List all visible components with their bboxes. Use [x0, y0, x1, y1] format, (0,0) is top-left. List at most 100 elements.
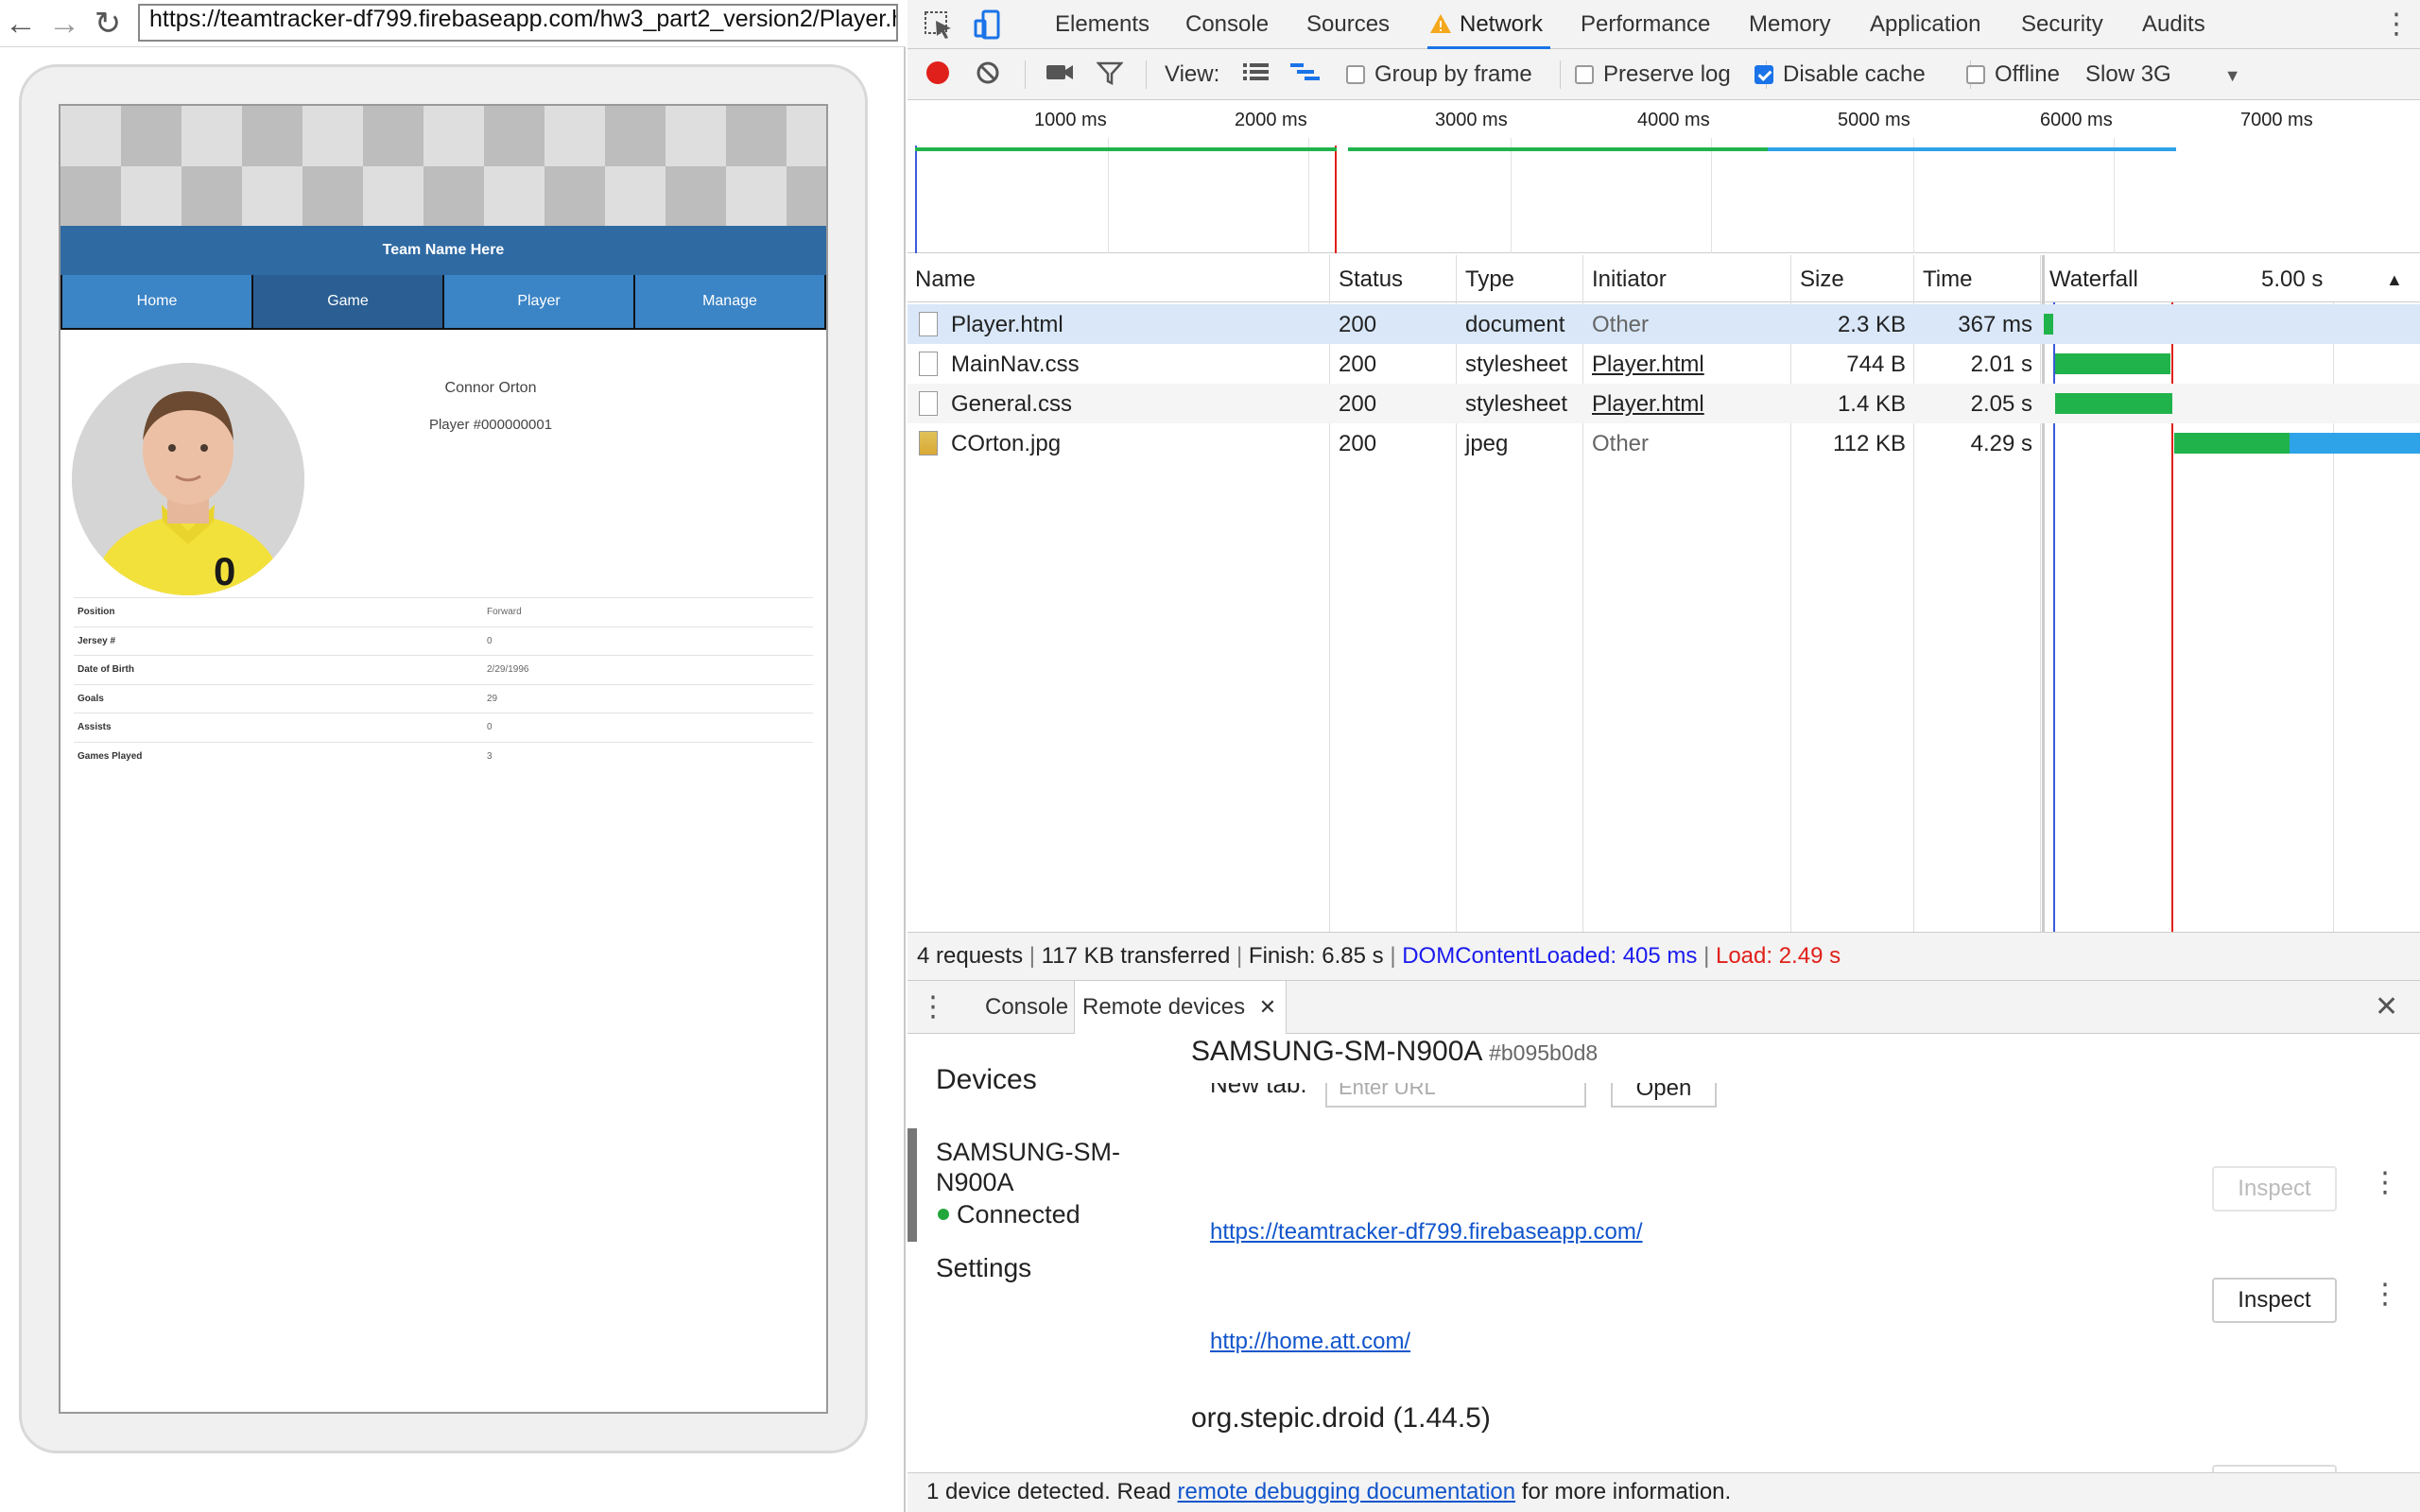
throttling-select[interactable]: Slow 3G ▼ — [2085, 60, 2241, 89]
forward-arrow-icon[interactable]: → — [45, 6, 83, 42]
drawer-tab-console[interactable]: Console — [977, 981, 1076, 1034]
inspect-element-icon[interactable] — [923, 9, 955, 40]
nav-manage-button[interactable]: Manage — [635, 275, 824, 328]
offline-checkbox[interactable]: Offline — [1966, 60, 2060, 89]
nav-home-button[interactable]: Home — [62, 275, 251, 328]
footer-text-end: for more information. — [1515, 1479, 1732, 1504]
request-row[interactable]: General.css 200 stylesheet Player.html 1… — [908, 384, 2420, 423]
overview-tick: 7000 ms — [2240, 110, 2313, 130]
request-time: 2.05 s — [1970, 391, 2032, 417]
new-tab-url-input[interactable]: Enter URL — [1325, 1083, 1586, 1108]
request-initiator: Other — [1592, 312, 1650, 337]
tab-console[interactable]: Console — [1185, 0, 1269, 49]
col-name[interactable]: Name — [915, 266, 976, 293]
request-name: Player.html — [951, 312, 1063, 337]
col-initiator[interactable]: Initiator — [1592, 266, 1667, 293]
drawer-tab-remote-devices[interactable]: Remote devices ✕ — [1074, 981, 1288, 1034]
waterfall-bar — [2055, 393, 2172, 414]
request-initiator-link[interactable]: Player.html — [1592, 352, 1704, 378]
record-icon[interactable] — [926, 60, 949, 89]
waterfall-bar — [2055, 353, 2170, 374]
group-by-frame-label: Group by frame — [1374, 61, 1532, 87]
large-rows-icon[interactable] — [1242, 60, 1270, 89]
screenshot-camera-icon[interactable] — [1046, 60, 1074, 89]
tab-sources[interactable]: Sources — [1306, 0, 1390, 49]
reload-icon[interactable]: ↻ — [89, 6, 127, 42]
nav-player-button[interactable]: Player — [444, 275, 633, 328]
inspect-button[interactable]: Inspect — [2212, 1278, 2337, 1323]
device-screen[interactable]: Team Name Here Home Game Player Manage 0… — [59, 104, 828, 1414]
clear-icon[interactable] — [976, 60, 1000, 89]
filter-icon[interactable] — [1096, 60, 1124, 89]
network-summary-bar: 4 requests | 117 KB transferred | Finish… — [908, 932, 2420, 981]
remote-debugging-docs-link[interactable]: remote debugging documentation — [1178, 1479, 1516, 1504]
tab-application[interactable]: Application — [1870, 0, 1980, 49]
checkbox-icon — [1575, 65, 1594, 84]
col-time[interactable]: Time — [1923, 266, 1972, 293]
checkbox-icon — [1346, 65, 1365, 84]
url-input[interactable]: https://teamtracker-df799.firebaseapp.co… — [138, 4, 898, 42]
overview-tick: 6000 ms — [2040, 110, 2113, 130]
device-id: #b095b0d8 — [1489, 1040, 1599, 1065]
stat-row: Position Forward — [74, 597, 813, 627]
col-type[interactable]: Type — [1465, 266, 1514, 293]
drawer-menu-icon[interactable]: ⋮ — [919, 981, 947, 1034]
checkbox-icon — [1966, 65, 1985, 84]
nav-game-button[interactable]: Game — [253, 275, 442, 328]
drawer-tab-remote-devices-label: Remote devices — [1082, 994, 1246, 1020]
col-waterfall[interactable]: Waterfall — [2049, 266, 2138, 293]
load-marker — [1335, 146, 1337, 253]
devices-heading: Devices — [936, 1064, 1037, 1095]
device-list-name-1[interactable]: SAMSUNG-SM- — [936, 1138, 1120, 1167]
stat-label: Games Played — [78, 750, 143, 762]
more-options-icon[interactable]: ⋮ — [2382, 8, 2411, 41]
request-row[interactable]: COrton.jpg 200 jpeg Other 112 KB 4.29 s — [908, 423, 2420, 463]
inspect-button-partial[interactable] — [2212, 1465, 2337, 1472]
connected-label: Connected — [957, 1200, 1080, 1228]
remote-devices-footer: 1 device detected. Read remote debugging… — [908, 1472, 2420, 1512]
image-file-icon — [919, 431, 938, 455]
page-url-link[interactable]: http://home.att.com/ — [1210, 1329, 1410, 1355]
warning-icon — [1430, 14, 1451, 33]
back-arrow-icon[interactable]: ← — [2, 6, 40, 42]
preserve-log-checkbox[interactable]: Preserve log — [1575, 60, 1731, 89]
open-button[interactable]: Open — [1611, 1083, 1717, 1108]
network-overview-timeline[interactable]: 1000 ms 2000 ms 3000 ms 4000 ms 5000 ms … — [908, 100, 2420, 253]
close-drawer-icon[interactable]: ✕ — [2375, 981, 2398, 1034]
sort-ascending-icon[interactable]: ▲ — [2386, 270, 2403, 290]
group-by-frame-checkbox[interactable]: Group by frame — [1346, 60, 1532, 89]
document-icon — [919, 391, 938, 416]
overview-bar — [1768, 147, 2176, 151]
request-type: stylesheet — [1465, 391, 1568, 417]
settings-link[interactable]: Settings — [936, 1253, 1031, 1283]
col-status[interactable]: Status — [1339, 266, 1403, 293]
tab-security[interactable]: Security — [2021, 0, 2103, 49]
tab-elements[interactable]: Elements — [1055, 0, 1150, 49]
tab-audits[interactable]: Audits — [2142, 0, 2205, 49]
page-menu-icon[interactable]: ⋮ — [2371, 1278, 2399, 1311]
stat-label: Jersey # — [78, 635, 116, 646]
request-initiator-link[interactable]: Player.html — [1592, 391, 1704, 418]
page-menu-icon[interactable]: ⋮ — [2371, 1166, 2399, 1199]
tab-performance[interactable]: Performance — [1581, 0, 1710, 49]
disable-cache-checkbox[interactable]: Disable cache — [1754, 60, 1926, 89]
tab-memory[interactable]: Memory — [1749, 0, 1831, 49]
stat-label: Position — [78, 607, 115, 617]
request-row[interactable]: Player.html 200 document Other 2.3 KB 36… — [908, 304, 2420, 344]
request-size: 744 B — [1846, 352, 1906, 377]
close-tab-icon[interactable]: ✕ — [1259, 995, 1276, 1019]
request-status: 200 — [1339, 391, 1377, 417]
request-row[interactable]: MainNav.css 200 stylesheet Player.html 7… — [908, 344, 2420, 384]
summary-dom-content-loaded: DOMContentLoaded: 405 ms — [1402, 943, 1698, 969]
inspect-button-disabled[interactable]: Inspect — [2212, 1166, 2337, 1211]
footer-text: 1 device detected. Read — [926, 1479, 1178, 1504]
tab-network-label: Network — [1460, 11, 1544, 37]
device-toolbar-icon[interactable] — [974, 9, 1006, 40]
stat-row: Jersey # 0 — [74, 626, 813, 656]
device-list-name-2[interactable]: N900A — [936, 1168, 1014, 1197]
overview-tick: 3000 ms — [1435, 110, 1508, 130]
tab-network[interactable]: Network — [1427, 0, 1551, 49]
col-size[interactable]: Size — [1800, 266, 1844, 293]
overview-waterfall-icon[interactable] — [1289, 60, 1322, 89]
page-url-link[interactable]: https://teamtracker-df799.firebaseapp.co… — [1210, 1219, 1643, 1246]
